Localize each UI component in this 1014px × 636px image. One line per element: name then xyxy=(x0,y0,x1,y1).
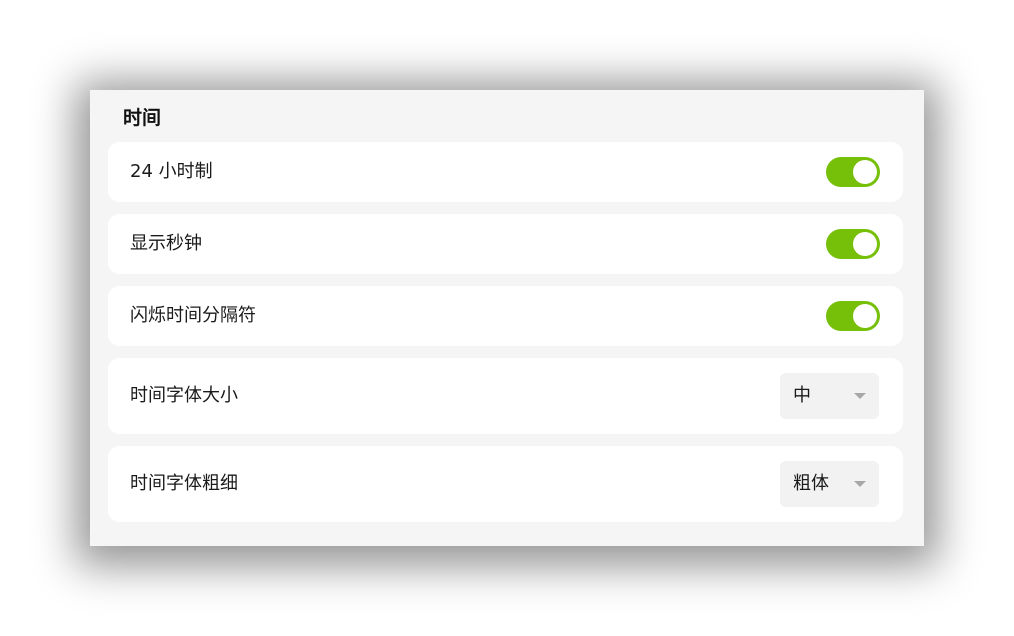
setting-label: 时间字体粗细 xyxy=(130,473,238,494)
toggle-blink-separator[interactable] xyxy=(826,301,880,331)
toggle-knob xyxy=(853,304,877,328)
toggle-24-hour[interactable] xyxy=(826,157,880,187)
toggle-knob xyxy=(853,232,877,256)
time-settings-panel: 时间 24 小时制 显示秒钟 闪烁时间分隔符 时间字体大小 中 时间字体粗细 粗… xyxy=(90,90,924,546)
font-size-select[interactable]: 中 xyxy=(780,373,879,419)
caret-down-icon xyxy=(854,393,866,399)
setting-row-24-hour: 24 小时制 xyxy=(108,142,903,202)
setting-row-font-weight: 时间字体粗细 粗体 xyxy=(108,446,903,522)
section-title: 时间 xyxy=(123,107,162,129)
setting-label: 24 小时制 xyxy=(130,161,213,182)
select-value: 粗体 xyxy=(793,473,829,494)
setting-row-show-seconds: 显示秒钟 xyxy=(108,214,903,274)
toggle-knob xyxy=(853,160,877,184)
setting-row-font-size: 时间字体大小 中 xyxy=(108,358,903,434)
caret-down-icon xyxy=(854,481,866,487)
setting-label: 时间字体大小 xyxy=(130,385,238,406)
setting-row-blink-separator: 闪烁时间分隔符 xyxy=(108,286,903,346)
toggle-show-seconds[interactable] xyxy=(826,229,880,259)
font-weight-select[interactable]: 粗体 xyxy=(780,461,879,507)
screenshot-stage: 时间 24 小时制 显示秒钟 闪烁时间分隔符 时间字体大小 中 时间字体粗细 粗… xyxy=(0,0,1014,636)
setting-label: 显示秒钟 xyxy=(130,233,202,254)
setting-label: 闪烁时间分隔符 xyxy=(130,305,256,326)
select-value: 中 xyxy=(793,385,811,406)
